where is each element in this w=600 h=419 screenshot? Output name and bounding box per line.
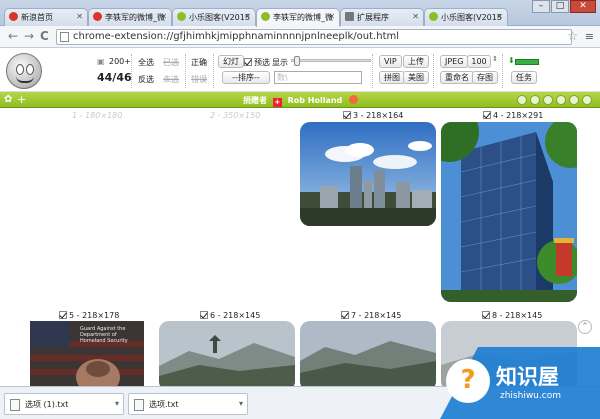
quality-input[interactable]: 100: [467, 55, 491, 68]
invert-selection-button[interactable]: 反选: [138, 74, 154, 85]
puzzle-icon: [345, 12, 354, 21]
swiss-flag-icon: +: [272, 98, 282, 107]
reload-button[interactable]: C: [40, 29, 49, 43]
dropdown-arrow-icon[interactable]: ▾: [115, 399, 119, 408]
back-button[interactable]: ←: [8, 29, 18, 43]
download-icon[interactable]: ⬇: [508, 56, 515, 65]
thumbnail-7-mountain-view[interactable]: [300, 321, 436, 386]
bookmark-star-icon[interactable]: ☆: [567, 29, 578, 43]
url-input[interactable]: chrome-extension://gfjhimhkjmipphnaminnn…: [56, 29, 572, 45]
zhishiwu-watermark: ? 知识屋 zhishiwu.com: [420, 347, 600, 419]
thumbnail-3-city-skyline[interactable]: [300, 122, 436, 226]
error-filter[interactable]: 错误: [191, 74, 207, 85]
view-list-icon[interactable]: [530, 95, 540, 105]
thumbnail-5-portrait-flag[interactable]: Guard Against the Department of Homeland…: [18, 321, 154, 386]
maximize-button[interactable]: □: [551, 0, 569, 13]
watermark-title: 知识屋: [496, 365, 559, 389]
unselected-filter[interactable]: 未选: [163, 74, 179, 85]
slideshow-button[interactable]: 幻灯: [218, 55, 244, 68]
close-tab-icon[interactable]: ✕: [328, 12, 335, 21]
tab-3[interactable]: 小乐图客(V2015 ✕: [172, 8, 256, 26]
close-tab-icon[interactable]: ✕: [496, 12, 503, 21]
rename-button[interactable]: 重命名: [440, 71, 474, 84]
close-tab-icon[interactable]: ✕: [412, 12, 419, 21]
extension-icon: [177, 12, 186, 21]
minimize-button[interactable]: –: [532, 0, 550, 13]
scroll-up-icon[interactable]: ⌃: [578, 320, 592, 334]
stitch-button[interactable]: 拼图: [379, 71, 405, 84]
progress-bar: [515, 59, 539, 65]
tasks-button[interactable]: 任务: [511, 71, 537, 84]
sort-select[interactable]: --排序--: [222, 71, 270, 84]
thumb-caption-7[interactable]: 7 - 218×145: [341, 311, 401, 320]
collapse-icon[interactable]: ✿: [4, 94, 12, 105]
extension-icon: [261, 12, 270, 21]
image-size-icon: ▣: [97, 57, 105, 66]
vip-button[interactable]: VIP: [379, 55, 402, 68]
beautify-button[interactable]: 美图: [403, 71, 429, 84]
refresh-icon[interactable]: [556, 95, 566, 105]
select-all-button[interactable]: 全选: [138, 57, 154, 68]
tab-strip: 新浪首页 ✕ 李轶军的微博_微 ✕ 小乐图客(V2015 ✕ 李轶军的微博_微 ✕ 扩展…: [0, 0, 600, 27]
slider-handle[interactable]: [294, 56, 300, 66]
heart-badge-icon: [349, 95, 359, 104]
tab-2[interactable]: 李轶军的微博_微 ✕: [88, 8, 172, 26]
close-window-button[interactable]: ✕: [570, 0, 596, 13]
image-grid: 1 - 180×180 2 - 350×150 3 - 218×164 4 - …: [0, 108, 600, 386]
format-select[interactable]: JPEG: [440, 55, 469, 68]
display-label: 显示: [272, 58, 288, 67]
window-controls: – □ ✕: [531, 0, 596, 14]
weibo-icon: [93, 12, 102, 21]
download-item-1[interactable]: 选项 (1).txt ▾: [4, 393, 124, 415]
extension-icon: [429, 12, 438, 21]
thumb-caption-6[interactable]: 6 - 218×145: [200, 311, 260, 320]
thumb-caption-1: 1 - 180×180: [72, 111, 123, 120]
quality-spinner-icon[interactable]: ⇕: [492, 55, 498, 63]
close-tab-icon[interactable]: ✕: [160, 12, 167, 21]
address-bar: ← → C chrome-extension://gfjhimhkjmipphn…: [0, 26, 600, 48]
thumb-caption-3[interactable]: 3 - 218×164: [343, 111, 403, 120]
selected-filter[interactable]: 已选: [163, 57, 179, 68]
tab-6[interactable]: 小乐图客(V2015 ✕: [424, 8, 508, 26]
search-input[interactable]: 数\: [274, 71, 362, 84]
view-large-icon[interactable]: [543, 95, 553, 105]
image-count: 44/46: [97, 71, 132, 84]
thumb-caption-2: 2 - 350×150: [210, 111, 261, 120]
text-file-icon: [134, 399, 144, 411]
thumb-caption-8[interactable]: 8 - 218×145: [482, 311, 542, 320]
close-tab-icon[interactable]: ✕: [244, 12, 251, 21]
question-bubble-icon: ?: [446, 359, 490, 403]
photo-overlay-text: Guard Against the Department of Homeland…: [80, 326, 128, 344]
donor-credit: 捐赠者 + Rob Holland: [243, 95, 359, 107]
save-images-button[interactable]: 存图: [472, 71, 498, 84]
add-icon[interactable]: +: [17, 93, 26, 106]
extension-toolbar: [0, 48, 600, 92]
forward-button[interactable]: →: [24, 29, 34, 43]
chrome-menu-icon[interactable]: ≡: [585, 30, 594, 43]
watermark-domain: zhishiwu.com: [500, 391, 561, 401]
dropdown-arrow-icon[interactable]: ▾: [239, 399, 243, 408]
view-grid-icon[interactable]: [517, 95, 527, 105]
size-slider[interactable]: [291, 56, 371, 66]
thumbnail-4-glass-tower[interactable]: [441, 122, 577, 302]
page-icon: [60, 32, 69, 42]
settings-icon[interactable]: [569, 95, 579, 105]
min-size-value[interactable]: 200+: [109, 57, 131, 66]
help-icon[interactable]: [582, 95, 592, 105]
thumbnail-6-mountain-pagoda[interactable]: [159, 321, 295, 386]
smiley-logo-icon: [6, 53, 42, 89]
tab-5[interactable]: 扩展程序 ✕: [340, 8, 424, 26]
tab-1[interactable]: 新浪首页 ✕: [4, 8, 88, 26]
thumb-caption-4[interactable]: 4 - 218×291: [483, 111, 543, 120]
tab-4-active[interactable]: 李轶军的微博_微 ✕: [256, 8, 340, 27]
download-item-2[interactable]: 选项.txt ▾: [128, 393, 248, 415]
banner-tools: [514, 95, 592, 105]
close-tab-icon[interactable]: ✕: [76, 12, 83, 21]
upload-button[interactable]: 上传: [403, 55, 429, 68]
weibo-icon: [9, 12, 18, 21]
text-file-icon: [10, 399, 20, 411]
thumb-caption-5[interactable]: 5 - 218×178: [59, 311, 119, 320]
correct-filter[interactable]: 正确: [191, 57, 207, 68]
preview-checkbox[interactable]: 预选: [244, 57, 270, 68]
